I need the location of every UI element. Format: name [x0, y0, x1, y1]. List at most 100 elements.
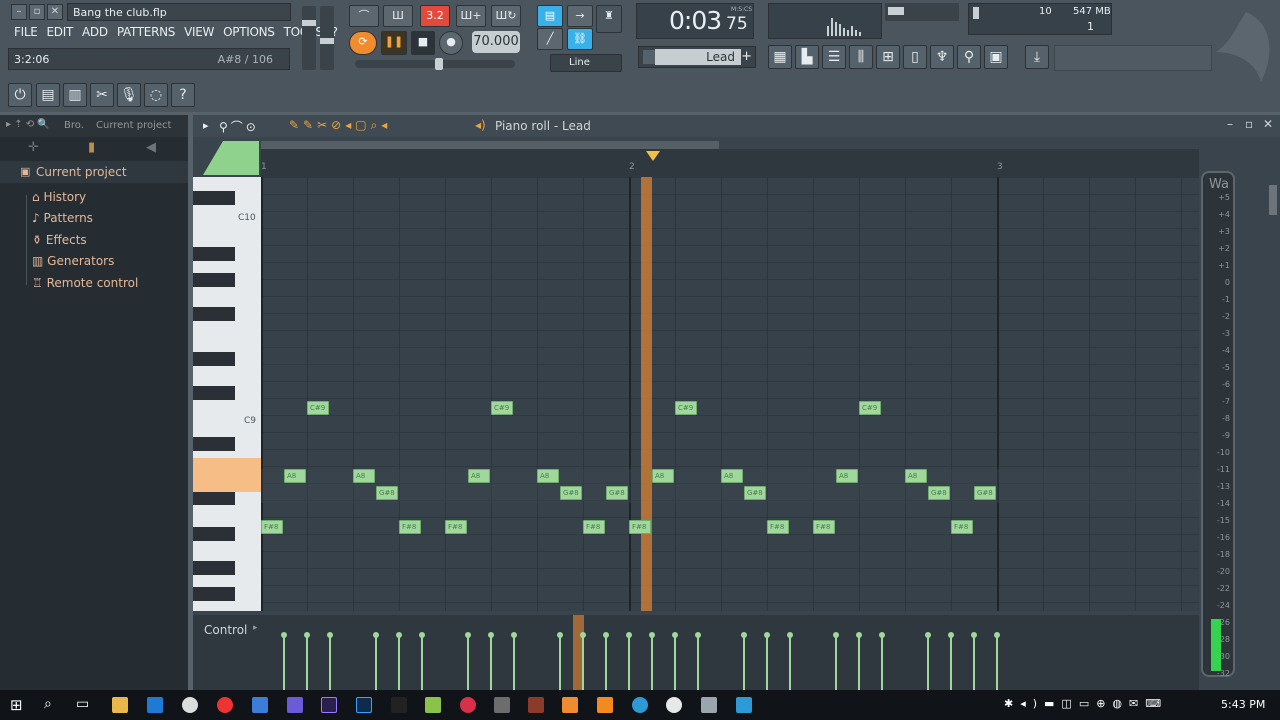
window-icon[interactable]: [701, 697, 717, 713]
velocity-handle[interactable]: [994, 632, 1000, 638]
velocity-stem[interactable]: [835, 635, 837, 690]
velocity-handle[interactable]: [833, 632, 839, 638]
note[interactable]: C#9: [491, 401, 513, 415]
vlc-icon[interactable]: [597, 697, 613, 713]
velocity-stem[interactable]: [628, 635, 630, 690]
velocity-handle[interactable]: [580, 632, 586, 638]
restore-icon[interactable]: ▫: [29, 4, 45, 20]
playhead-marker-icon[interactable]: [646, 151, 660, 161]
roll-maximize-icon[interactable]: ▫: [1245, 117, 1253, 131]
roll-minimize-icon[interactable]: –: [1227, 117, 1233, 131]
render-icon[interactable]: ✂: [90, 83, 114, 107]
velocity-stem[interactable]: [490, 635, 492, 690]
master-volume-slider[interactable]: [302, 6, 316, 70]
countdown-button[interactable]: 3.2: [420, 5, 450, 27]
chrome-icon[interactable]: [666, 697, 682, 713]
velocity-stem[interactable]: [973, 635, 975, 690]
note[interactable]: A8: [284, 469, 306, 483]
performance-button[interactable]: ♜: [596, 5, 622, 33]
zoom-corner-icon[interactable]: [193, 137, 261, 177]
browser-item-effects[interactable]: ⚱ Effects: [32, 231, 87, 249]
black-key[interactable]: [193, 527, 235, 541]
velocity-stem[interactable]: [697, 635, 699, 690]
browser-item-current-project[interactable]: ▣ Current project: [0, 161, 188, 183]
browser-collapse-icon[interactable]: ✛: [28, 140, 39, 155]
project-icon[interactable]: ▯: [903, 45, 927, 69]
velocity-stem[interactable]: [743, 635, 745, 690]
wait-input-button[interactable]: Ш: [383, 5, 413, 27]
file-explorer-icon[interactable]: [112, 697, 128, 713]
roll-tool-icons[interactable]: ⚲⌒⊙: [219, 118, 259, 135]
record-audio-icon[interactable]: 🎙: [117, 83, 141, 107]
menu-edit[interactable]: EDIT: [47, 25, 74, 39]
note[interactable]: F#8: [583, 520, 605, 534]
black-key[interactable]: [193, 587, 235, 601]
add-channel-icon[interactable]: +: [741, 49, 752, 64]
record-button[interactable]: ●: [439, 31, 463, 55]
velocity-stem[interactable]: [651, 635, 653, 690]
piano-keyboard[interactable]: C10 C9: [193, 177, 261, 611]
piano-roll-icon[interactable]: ▙: [795, 45, 819, 69]
stop-button[interactable]: ■: [411, 31, 435, 55]
velocity-stem[interactable]: [881, 635, 883, 690]
note[interactable]: F#8: [813, 520, 835, 534]
velocity-handle[interactable]: [281, 632, 287, 638]
velocity-stem[interactable]: [398, 635, 400, 690]
menu-add[interactable]: ADD: [82, 25, 108, 39]
note[interactable]: F#8: [399, 520, 421, 534]
velocity-stem[interactable]: [306, 635, 308, 690]
level-meter[interactable]: Wa +5 +4 +3 +2 +1 0 -1 -2 -3 -4 -5 -6 -7 -8 -9 -10 -11 -1…: [1201, 171, 1235, 678]
search-app-icon[interactable]: [736, 697, 752, 713]
velocity-handle[interactable]: [925, 632, 931, 638]
edge-icon[interactable]: [147, 697, 163, 713]
opera-icon[interactable]: [217, 697, 233, 713]
typing-keyboard-button[interactable]: ▤: [537, 5, 563, 27]
paint-icon[interactable]: [252, 697, 268, 713]
plugin-picker-icon[interactable]: ♆: [930, 45, 954, 69]
note[interactable]: C#9: [307, 401, 329, 415]
tempo-field[interactable]: 70.000: [472, 31, 520, 53]
control-arrow-icon[interactable]: ▸: [253, 623, 258, 633]
snap-selector[interactable]: Line: [550, 54, 622, 72]
velocity-handle[interactable]: [488, 632, 494, 638]
note[interactable]: G#8: [376, 486, 398, 500]
loop-record-button[interactable]: Ш↻: [491, 5, 521, 27]
note[interactable]: G#8: [560, 486, 582, 500]
fl-studio-taskbar-icon[interactable]: [562, 697, 578, 713]
note[interactable]: F#8: [767, 520, 789, 534]
browser-icon[interactable]: ⊞: [876, 45, 900, 69]
movie-icon[interactable]: [287, 697, 303, 713]
black-key[interactable]: [193, 191, 235, 205]
main-volume-bar[interactable]: [355, 58, 515, 70]
note[interactable]: G#8: [744, 486, 766, 500]
velocity-handle[interactable]: [419, 632, 425, 638]
close-icon[interactable]: ✕: [47, 4, 63, 20]
undo-icon[interactable]: ⏻: [8, 83, 32, 107]
velocity-handle[interactable]: [649, 632, 655, 638]
black-key[interactable]: [193, 352, 235, 366]
master-pitch-slider[interactable]: [320, 6, 334, 70]
speaker-icon[interactable]: ◂): [475, 118, 486, 132]
news-panel[interactable]: [1054, 45, 1212, 71]
velocity-handle[interactable]: [787, 632, 793, 638]
channel-rack-icon[interactable]: ☰: [822, 45, 846, 69]
task-view-icon[interactable]: ▭: [76, 696, 89, 712]
velocity-stem[interactable]: [927, 635, 929, 690]
screen-icon[interactable]: ▣: [984, 45, 1008, 69]
step-edit-button[interactable]: Ш+: [456, 5, 486, 27]
black-key[interactable]: [193, 247, 235, 261]
velocity-handle[interactable]: [971, 632, 977, 638]
note[interactable]: A8: [836, 469, 858, 483]
channel-selector[interactable]: Lead +: [638, 46, 756, 68]
menu-arrow-icon[interactable]: ▸: [203, 119, 209, 132]
velocity-handle[interactable]: [327, 632, 333, 638]
arrow-button[interactable]: →: [567, 5, 593, 27]
velocity-stem[interactable]: [513, 635, 515, 690]
brush-button[interactable]: ╱: [537, 28, 563, 50]
channel-arrow-icon[interactable]: [643, 50, 655, 64]
browser-app-icon[interactable]: [632, 697, 648, 713]
velocity-handle[interactable]: [626, 632, 632, 638]
pattern-song-toggle[interactable]: ⟳: [349, 31, 377, 55]
help-icon[interactable]: ?: [171, 83, 195, 107]
velocity-handle[interactable]: [304, 632, 310, 638]
